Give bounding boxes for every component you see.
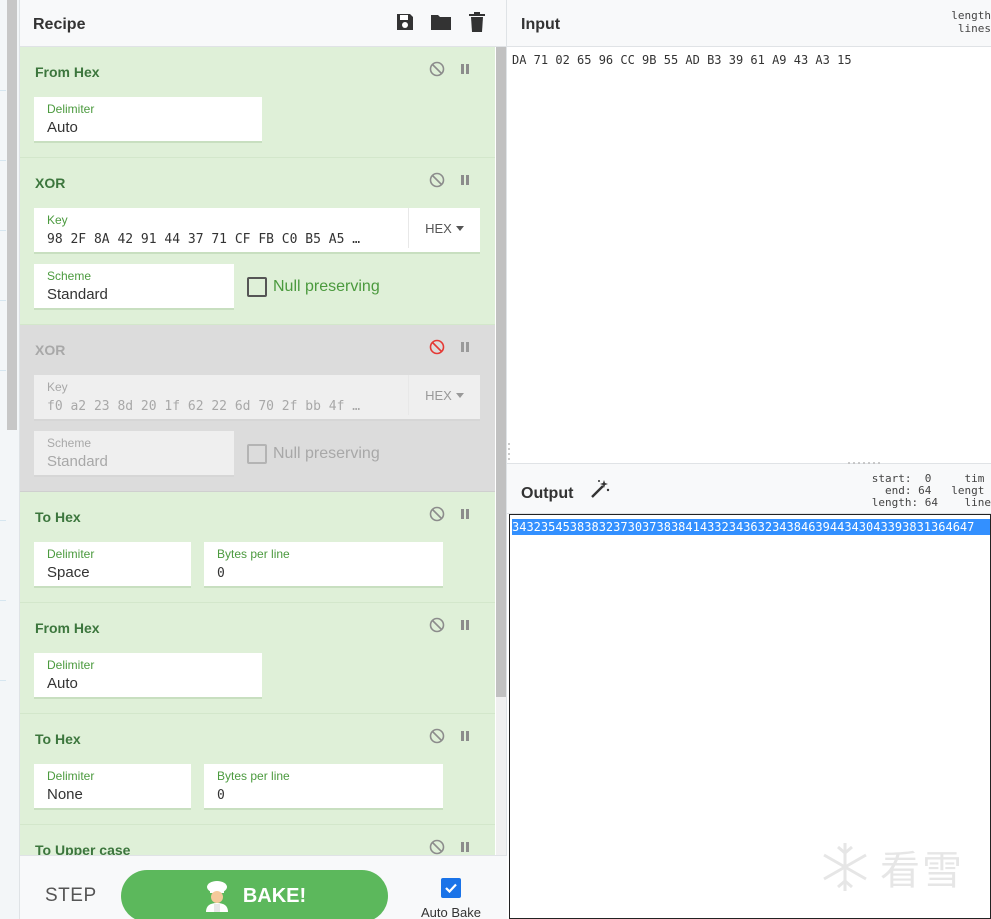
output-header: Output start: 0 tim end: 64 lengt length… [507, 461, 991, 514]
disable-icon-active[interactable] [429, 339, 445, 355]
recipe-list: From Hex Delimiter Auto XOR Key 98 2F 8A… [20, 47, 495, 855]
operations-pane-edge [0, 0, 20, 919]
op-title: From Hex [35, 64, 100, 80]
disable-icon[interactable] [429, 839, 445, 855]
null-preserving-checkbox[interactable]: Null preserving [247, 277, 380, 297]
caret-down-icon [455, 392, 464, 398]
caret-down-icon [455, 225, 464, 231]
key-field[interactable]: Key 98 2F 8A 42 91 44 37 71 CF FB C0 B5 … [34, 208, 480, 254]
op-title: To Hex [35, 509, 81, 525]
null-preserving-checkbox[interactable]: Null preserving [247, 444, 380, 464]
op-title: To Upper case [35, 842, 131, 855]
pause-icon[interactable] [457, 728, 473, 744]
recipe-pane: Recipe From Hex Delimiter Auto XOR Key 9… [20, 0, 507, 919]
magic-wand-icon[interactable] [589, 478, 611, 500]
recipe-op-to-hex[interactable]: To Hex Delimiter Space Bytes per line 0 [20, 492, 495, 603]
delimiter-field[interactable]: Delimiter None [34, 764, 191, 810]
horizontal-resize-handle[interactable] [847, 461, 883, 465]
pause-icon[interactable] [457, 61, 473, 77]
output-stats: start: 0 tim end: 64 lengt length: 64 li… [871, 472, 991, 509]
bytes-per-line-field[interactable]: Bytes per line 0 [204, 764, 443, 810]
check-icon [445, 883, 457, 894]
recipe-scrollbar[interactable] [496, 47, 506, 855]
scheme-field[interactable]: Scheme Standard [34, 431, 234, 477]
checkbox[interactable] [247, 444, 267, 464]
recipe-op-xor[interactable]: XOR Key 98 2F 8A 42 91 44 37 71 CF FB C0… [20, 158, 495, 325]
pause-icon[interactable] [457, 839, 473, 855]
checkbox[interactable] [247, 277, 267, 297]
chef-icon [205, 881, 228, 912]
recipe-op-to-upper-case[interactable]: To Upper case [20, 825, 495, 855]
recipe-title: Recipe [33, 16, 86, 33]
input-header: Input length lines [507, 0, 991, 47]
recipe-actions [394, 11, 488, 33]
watermark: 看雪 [818, 838, 964, 896]
delimiter-field[interactable]: Delimiter Auto [34, 653, 262, 699]
bake-button[interactable]: BAKE! [121, 870, 388, 919]
auto-bake-checkbox[interactable] [441, 878, 461, 898]
recipe-header: Recipe [20, 0, 506, 47]
op-title: XOR [35, 342, 66, 358]
disable-icon[interactable] [429, 617, 445, 633]
folder-icon[interactable] [430, 11, 452, 33]
input-textarea[interactable]: DA 71 02 65 96 CC 9B 55 AD B3 39 61 A9 4… [512, 53, 852, 67]
io-pane: Input length lines DA 71 02 65 96 CC 9B … [507, 0, 991, 919]
controls-bar: STEP BAKE! Auto Bake [20, 855, 507, 919]
disable-icon[interactable] [429, 506, 445, 522]
disable-icon[interactable] [429, 61, 445, 77]
operations-scrollbar[interactable] [7, 0, 17, 430]
disable-icon[interactable] [429, 728, 445, 744]
pause-icon[interactable] [457, 506, 473, 522]
op-title: From Hex [35, 620, 100, 636]
cyberchef-app: Recipe From Hex Delimiter Auto XOR Key 9… [0, 0, 991, 919]
recipe-op-xor-disabled[interactable]: XOR Key f0 a2 23 8d 20 1f 62 22 6d 70 2f… [20, 325, 495, 492]
bytes-per-line-field[interactable]: Bytes per line 0 [204, 542, 443, 588]
key-format-dropdown[interactable]: HEX [408, 375, 480, 415]
scrollbar-thumb[interactable] [496, 47, 506, 697]
op-title: To Hex [35, 731, 81, 747]
input-title: Input [521, 16, 561, 33]
save-icon[interactable] [394, 11, 416, 33]
trash-icon[interactable] [466, 11, 488, 33]
snowflake-icon [823, 843, 867, 891]
pause-icon[interactable] [457, 339, 473, 355]
pause-icon[interactable] [457, 617, 473, 633]
auto-bake-toggle[interactable]: Auto Bake [415, 878, 487, 919]
input-stats: length lines [951, 9, 991, 35]
recipe-op-from-hex[interactable]: From Hex Delimiter Auto [20, 603, 495, 714]
step-button[interactable]: STEP [45, 885, 97, 907]
scheme-field[interactable]: Scheme Standard [34, 264, 234, 310]
delimiter-field[interactable]: Delimiter Space [34, 542, 191, 588]
output-title: Output [521, 485, 574, 502]
recipe-op-from-hex[interactable]: From Hex Delimiter Auto [20, 47, 495, 158]
output-text-selection[interactable]: 3432354538383237303738384143323436323438… [512, 519, 990, 535]
key-field[interactable]: Key f0 a2 23 8d 20 1f 62 22 6d 70 2f bb … [34, 375, 480, 421]
pause-icon[interactable] [457, 172, 473, 188]
disable-icon[interactable] [429, 172, 445, 188]
op-title: XOR [35, 175, 66, 191]
delimiter-field[interactable]: Delimiter Auto [34, 97, 262, 143]
key-format-dropdown[interactable]: HEX [408, 208, 480, 248]
recipe-op-to-hex[interactable]: To Hex Delimiter None Bytes per line 0 [20, 714, 495, 825]
